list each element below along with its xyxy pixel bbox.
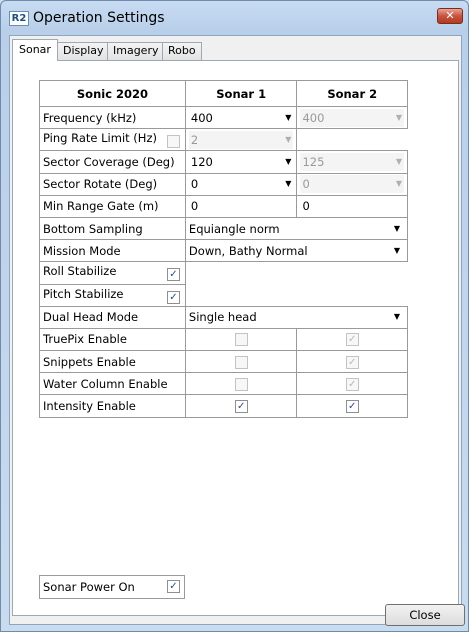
- chevron-down-icon: ▼: [395, 156, 402, 166]
- close-button[interactable]: Close: [385, 604, 465, 626]
- pitch-stabilize-label: Pitch Stabilize: [43, 286, 124, 301]
- tab-strip: Sonar Display Imagery Robo: [10, 39, 461, 61]
- dual-head-label: Dual Head Mode: [39, 305, 186, 329]
- ping-rate-sonar2-empty: [297, 129, 408, 151]
- truepix-sonar1-checkbox: [234, 333, 248, 347]
- grid-title: Sonic 2020: [39, 80, 186, 107]
- frequency-sonar1-value: 400: [190, 110, 213, 125]
- ping-rate-label-cell: Ping Rate Limit (Hz): [39, 128, 186, 152]
- chevron-down-icon: ▼: [395, 179, 402, 189]
- truepix-sonar2-checkbox: ✓: [345, 333, 359, 347]
- sector-coverage-sonar1-dropdown[interactable]: 120 ▼: [189, 153, 294, 171]
- operation-settings-window: R2 Operation Settings ✕ Sonar Display Im…: [0, 0, 469, 632]
- frequency-sonar2-value: 400: [302, 110, 325, 125]
- sonar-power-row: Sonar Power On ✓: [39, 575, 185, 599]
- chevron-down-icon: ▼: [393, 223, 400, 233]
- bottom-sampling-label: Bottom Sampling: [39, 216, 186, 241]
- sector-rotate-sonar2-value: 0: [302, 177, 310, 192]
- intensity-sonar2-checkbox[interactable]: ✓: [345, 400, 359, 414]
- sector-coverage-sonar2-value: 125: [302, 154, 325, 169]
- tab-robo[interactable]: Robo: [162, 42, 202, 60]
- sonar1-column-header: Sonar 1: [184, 80, 298, 107]
- sector-coverage-label: Sector Coverage (Deg): [39, 150, 186, 174]
- chevron-down-icon: ▼: [395, 112, 402, 122]
- sonar-settings-grid: Sonic 2020 Sonar 1 Sonar 2 Frequency (kH…: [39, 80, 409, 418]
- frequency-label: Frequency (kHz): [39, 105, 186, 130]
- pitch-stabilize-cell: Pitch Stabilize ✓: [39, 283, 186, 307]
- bottom-sampling-dropdown[interactable]: Equiangle norm ▼: [189, 220, 404, 238]
- sonar-power-checkbox[interactable]: ✓: [167, 580, 180, 593]
- app-logo-icon: R2: [9, 11, 29, 26]
- tab-sonar[interactable]: Sonar: [12, 39, 58, 61]
- sonar-power-label: Sonar Power On: [43, 580, 135, 594]
- mission-mode-label: Mission Mode: [39, 239, 186, 263]
- sector-coverage-sonar2-dropdown: 125 ▼: [300, 152, 404, 171]
- min-range-sonar1-input[interactable]: 0: [189, 197, 294, 215]
- chevron-down-icon: ▼: [393, 312, 400, 322]
- chevron-down-icon: ▼: [285, 156, 292, 166]
- frequency-sonar2-dropdown: 400 ▼: [300, 108, 404, 127]
- window-close-button[interactable]: ✕: [437, 8, 463, 24]
- intensity-sonar1-checkbox[interactable]: ✓: [234, 400, 248, 414]
- ping-rate-label: Ping Rate Limit (Hz): [43, 131, 157, 146]
- dual-head-dropdown[interactable]: Single head ▼: [189, 308, 404, 326]
- sonar-tab-panel: Sonic 2020 Sonar 1 Sonar 2 Frequency (kH…: [12, 60, 459, 616]
- chevron-down-icon: ▼: [285, 134, 292, 144]
- pitch-stabilize-checkbox[interactable]: ✓: [166, 290, 180, 304]
- snippets-sonar1-checkbox: [234, 355, 248, 369]
- mission-mode-value: Down, Bathy Normal: [188, 243, 308, 258]
- sector-rotate-sonar1-value: 0: [190, 177, 199, 192]
- sector-coverage-sonar1-value: 120: [190, 154, 213, 169]
- water-column-label: Water Column Enable: [39, 372, 186, 396]
- chevron-down-icon: ▼: [285, 179, 292, 189]
- mission-mode-dropdown[interactable]: Down, Bathy Normal ▼: [189, 242, 404, 260]
- tab-display[interactable]: Display: [57, 42, 110, 60]
- dialog-client-area: Sonar Display Imagery Robo Sonic 2020 So…: [9, 35, 465, 626]
- roll-stabilize-cell: Roll Stabilize ✓: [39, 261, 186, 285]
- min-range-sonar2-input[interactable]: 0: [300, 197, 404, 215]
- snippets-sonar2-checkbox: ✓: [345, 355, 359, 369]
- sector-rotate-sonar1-dropdown[interactable]: 0 ▼: [189, 175, 294, 193]
- water-column-sonar2-checkbox: ✓: [345, 377, 359, 391]
- ping-rate-checkbox[interactable]: [166, 135, 180, 149]
- roll-stabilize-checkbox[interactable]: ✓: [166, 268, 180, 282]
- tab-imagery[interactable]: Imagery: [107, 42, 165, 60]
- chevron-down-icon: ▼: [393, 245, 400, 255]
- ping-rate-sonar1-dropdown: 2 ▼: [188, 130, 294, 149]
- sector-rotate-label: Sector Rotate (Deg): [39, 172, 186, 196]
- snippets-label: Snippets Enable: [39, 350, 186, 374]
- dual-head-value: Single head: [188, 310, 257, 325]
- chevron-down-icon: ▼: [285, 112, 292, 122]
- sonar2-column-header: Sonar 2: [296, 80, 408, 107]
- sector-rotate-sonar2-dropdown: 0 ▼: [300, 175, 404, 194]
- min-range-label: Min Range Gate (m): [39, 194, 186, 218]
- ping-rate-sonar1-value: 2: [190, 132, 199, 147]
- bottom-sampling-value: Equiangle norm: [188, 221, 280, 236]
- roll-stabilize-label: Roll Stabilize: [43, 264, 117, 279]
- window-title: Operation Settings: [33, 10, 165, 26]
- water-column-sonar1-checkbox: [234, 377, 248, 391]
- intensity-label: Intensity Enable: [39, 394, 186, 418]
- title-bar: R2 Operation Settings ✕: [1, 1, 468, 35]
- truepix-label: TruePix Enable: [39, 327, 186, 352]
- frequency-sonar1-dropdown[interactable]: 400 ▼: [189, 109, 294, 127]
